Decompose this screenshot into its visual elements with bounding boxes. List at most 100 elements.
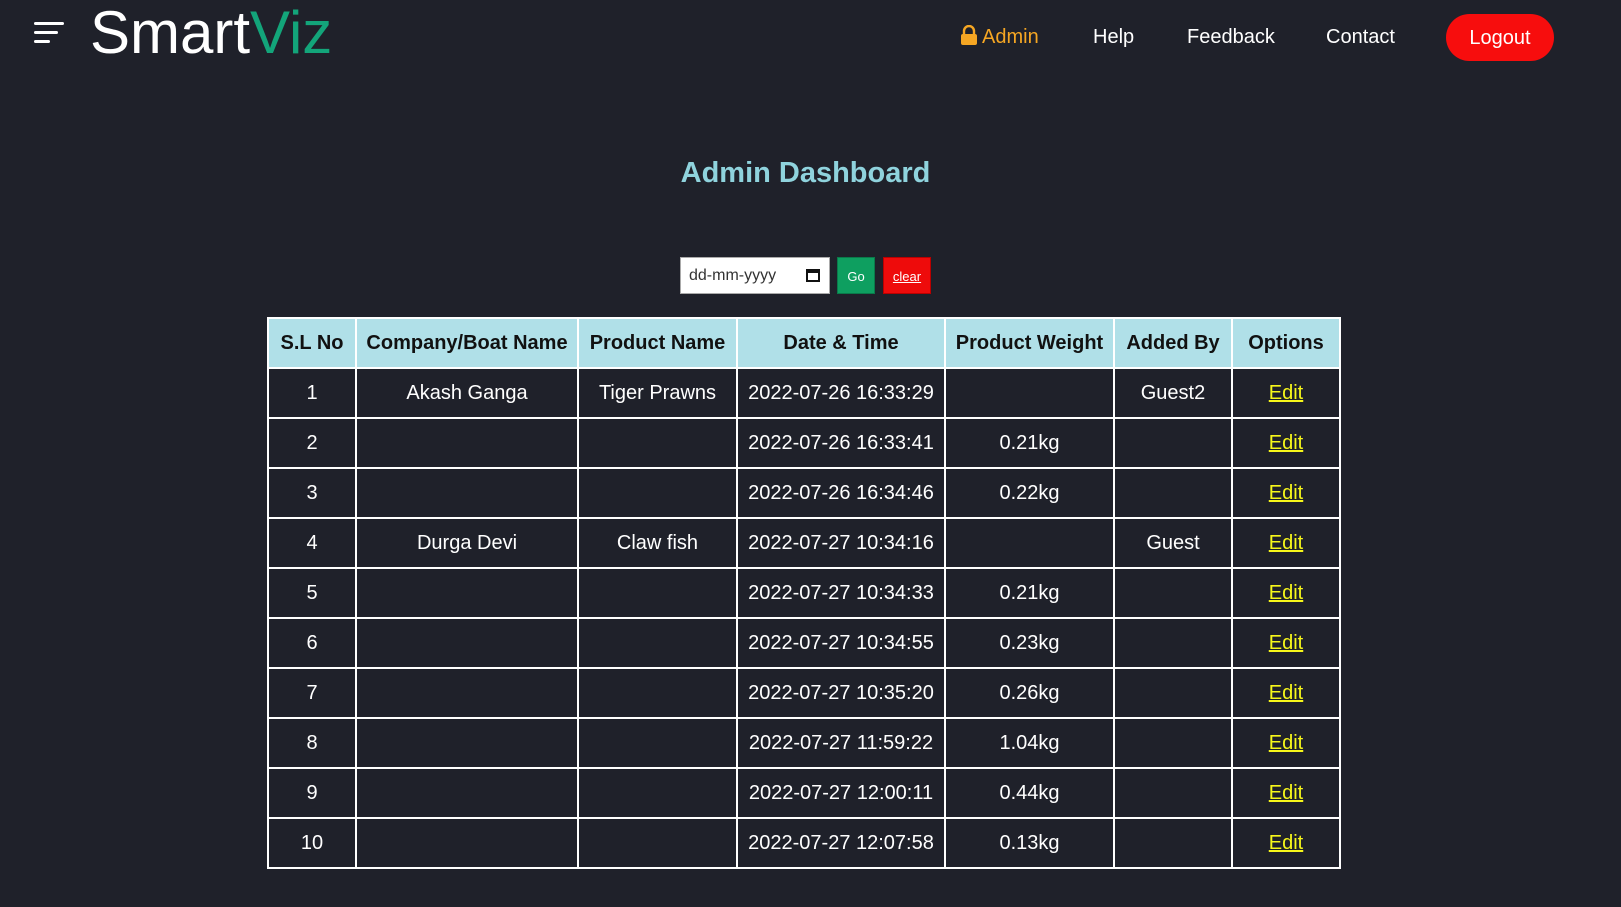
nav-feedback-link[interactable]: Feedback: [1187, 24, 1275, 50]
cell-company-boat-name: Akash Ganga: [357, 369, 577, 417]
nav-contact-link[interactable]: Contact: [1326, 24, 1395, 50]
cell-sl-no: 4: [269, 519, 355, 567]
go-button[interactable]: Go: [837, 257, 875, 294]
cell-product-weight: 0.26kg: [946, 669, 1113, 717]
cell-company-boat-name: [357, 419, 577, 467]
cell-options: Edit: [1233, 719, 1339, 767]
edit-link[interactable]: Edit: [1269, 632, 1303, 654]
table-row: 2 2022-07-26 16:33:41 0.21kg Edit: [269, 419, 1339, 467]
cell-product-name: Tiger Prawns: [579, 369, 736, 417]
cell-options: Edit: [1233, 469, 1339, 517]
cell-product-weight: 0.21kg: [946, 419, 1113, 467]
cell-product-weight: [946, 519, 1113, 567]
cell-date-time: 2022-07-27 10:34:16: [738, 519, 944, 567]
column-header-product-name: Product Name: [579, 319, 736, 367]
cell-sl-no: 2: [269, 419, 355, 467]
cell-company-boat-name: [357, 819, 577, 867]
cell-product-weight: 0.21kg: [946, 569, 1113, 617]
cell-date-time: 2022-07-27 10:34:55: [738, 619, 944, 667]
date-input[interactable]: dd-mm-yyyy: [680, 257, 830, 294]
cell-sl-no: 8: [269, 719, 355, 767]
page-title: Admin Dashboard: [680, 157, 931, 189]
cell-product-name: [579, 569, 736, 617]
cell-date-time: 2022-07-27 10:34:33: [738, 569, 944, 617]
cell-options: Edit: [1233, 669, 1339, 717]
logout-button[interactable]: Logout: [1446, 14, 1554, 61]
cell-added-by: Guest: [1115, 519, 1231, 567]
column-header-sl-no: S.L No: [269, 319, 355, 367]
edit-link[interactable]: Edit: [1269, 482, 1303, 504]
table-row: 8 2022-07-27 11:59:22 1.04kg Edit: [269, 719, 1339, 767]
table-row: 6 2022-07-27 10:34:55 0.23kg Edit: [269, 619, 1339, 667]
nav-admin-link[interactable]: Admin: [960, 24, 1039, 52]
cell-sl-no: 3: [269, 469, 355, 517]
edit-link[interactable]: Edit: [1269, 682, 1303, 704]
records-table-container: S.L No Company/Boat Name Product Name Date …: [267, 317, 1341, 869]
cell-options: Edit: [1233, 619, 1339, 667]
nav-help-link[interactable]: Help: [1093, 24, 1134, 50]
cell-date-time: 2022-07-27 10:35:20: [738, 669, 944, 717]
cell-sl-no: 1: [269, 369, 355, 417]
cell-product-name: [579, 769, 736, 817]
cell-date-time: 2022-07-26 16:33:29: [738, 369, 944, 417]
cell-product-weight: 0.44kg: [946, 769, 1113, 817]
cell-added-by: [1115, 669, 1231, 717]
cell-added-by: [1115, 769, 1231, 817]
table-body: 1 Akash Ganga Tiger Prawns 2022-07-26 16:33…: [269, 369, 1339, 867]
top-navigation-bar: SmartViz Admin Help Feedback Contact Log…: [0, 0, 1621, 80]
cell-sl-no: 10: [269, 819, 355, 867]
edit-link[interactable]: Edit: [1269, 382, 1303, 404]
column-header-company-boat-name: Company/Boat Name: [357, 319, 577, 367]
records-table: S.L No Company/Boat Name Product Name Date …: [267, 317, 1341, 869]
cell-sl-no: 7: [269, 669, 355, 717]
cell-product-weight: 0.13kg: [946, 819, 1113, 867]
date-input-placeholder: dd-mm-yyyy: [689, 267, 777, 284]
edit-link[interactable]: Edit: [1269, 732, 1303, 754]
table-row: 9 2022-07-27 12:00:11 0.44kg Edit: [269, 769, 1339, 817]
edit-link[interactable]: Edit: [1269, 432, 1303, 454]
cell-product-name: [579, 469, 736, 517]
cell-product-weight: 0.23kg: [946, 619, 1113, 667]
edit-link[interactable]: Edit: [1269, 832, 1303, 854]
cell-added-by: [1115, 419, 1231, 467]
cell-options: Edit: [1233, 819, 1339, 867]
cell-product-name: Claw fish: [579, 519, 736, 567]
cell-product-name: [579, 419, 736, 467]
cell-date-time: 2022-07-27 11:59:22: [738, 719, 944, 767]
cell-product-name: [579, 719, 736, 767]
table-row: 3 2022-07-26 16:34:46 0.22kg Edit: [269, 469, 1339, 517]
cell-added-by: [1115, 469, 1231, 517]
cell-date-time: 2022-07-26 16:33:41: [738, 419, 944, 467]
cell-product-weight: 1.04kg: [946, 719, 1113, 767]
brand-logo-part2: Viz: [250, 0, 333, 66]
cell-product-name: [579, 819, 736, 867]
cell-company-boat-name: Durga Devi: [357, 519, 577, 567]
edit-link[interactable]: Edit: [1269, 582, 1303, 604]
cell-company-boat-name: [357, 769, 577, 817]
cell-product-weight: 0.22kg: [946, 469, 1113, 517]
menu-line: [34, 22, 64, 25]
cell-added-by: [1115, 619, 1231, 667]
column-header-added-by: Added By: [1115, 319, 1231, 367]
edit-link[interactable]: Edit: [1269, 532, 1303, 554]
cell-sl-no: 9: [269, 769, 355, 817]
cell-added-by: Guest2: [1115, 369, 1231, 417]
cell-company-boat-name: [357, 719, 577, 767]
cell-company-boat-name: [357, 619, 577, 667]
cell-added-by: [1115, 569, 1231, 617]
lock-icon: [960, 24, 978, 52]
cell-product-name: [579, 619, 736, 667]
menu-line: [34, 40, 50, 43]
menu-line: [34, 31, 58, 34]
calendar-icon[interactable]: [806, 269, 820, 282]
table-row: 4 Durga Devi Claw fish 2022-07-27 10:34:16 G…: [269, 519, 1339, 567]
table-row: 10 2022-07-27 12:07:58 0.13kg Edit: [269, 819, 1339, 867]
clear-button[interactable]: clear: [883, 257, 931, 294]
nav-admin-label: Admin: [982, 26, 1039, 48]
brand-logo[interactable]: SmartViz: [90, 0, 332, 66]
column-header-product-weight: Product Weight: [946, 319, 1113, 367]
edit-link[interactable]: Edit: [1269, 782, 1303, 804]
table-row: 5 2022-07-27 10:34:33 0.21kg Edit: [269, 569, 1339, 617]
hamburger-menu-icon[interactable]: [34, 20, 66, 46]
table-row: 7 2022-07-27 10:35:20 0.26kg Edit: [269, 669, 1339, 717]
